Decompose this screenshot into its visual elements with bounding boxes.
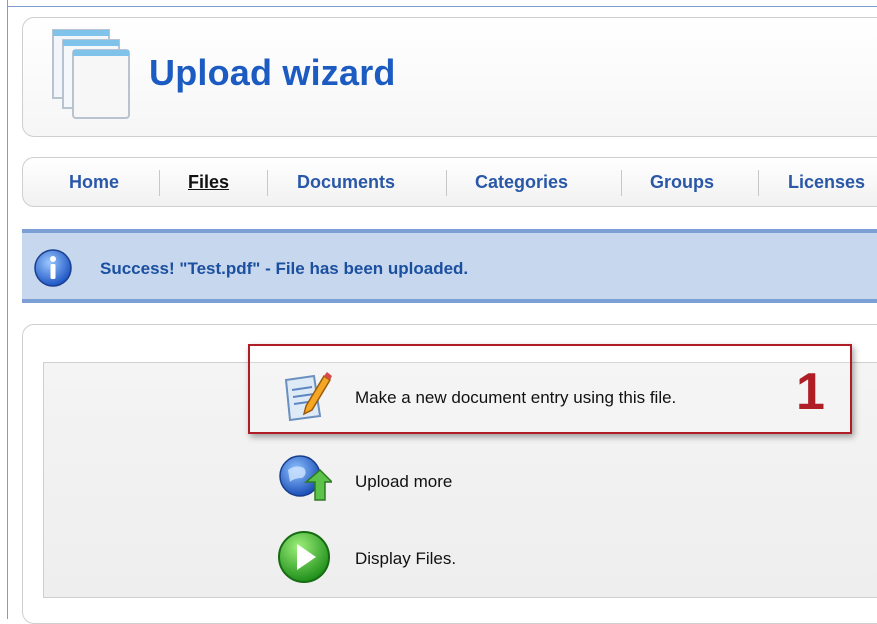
upload-more-label: Upload more bbox=[355, 472, 453, 491]
nav-item-files[interactable]: Files bbox=[188, 172, 229, 193]
nav-item-documents[interactable]: Documents bbox=[297, 172, 395, 193]
window-left-border bbox=[7, 0, 8, 619]
new-document-entry-link[interactable]: Make a new document entry using this fil… bbox=[276, 368, 676, 424]
nav-item-categories[interactable]: Categories bbox=[475, 172, 568, 193]
display-files-link[interactable]: Display Files. bbox=[276, 529, 676, 585]
play-icon bbox=[278, 531, 330, 583]
page-title: Upload wizard bbox=[149, 52, 396, 93]
nav-item-home[interactable]: Home bbox=[69, 172, 119, 193]
nav-item-groups[interactable]: Groups bbox=[650, 172, 714, 193]
main-nav: Home Files Documents Categories Groups L… bbox=[22, 157, 877, 207]
new-document-entry-label: Make a new document entry using this fil… bbox=[355, 388, 677, 407]
annotation-number: 1 bbox=[796, 363, 825, 421]
window-top-border bbox=[7, 6, 877, 7]
globe-upload-icon bbox=[279, 455, 332, 501]
upload-more-link[interactable]: Upload more bbox=[276, 452, 676, 508]
nav-separator bbox=[159, 170, 160, 196]
nav-separator bbox=[621, 170, 622, 196]
nav-separator bbox=[446, 170, 447, 196]
info-icon bbox=[34, 249, 72, 287]
nav-separator bbox=[267, 170, 268, 196]
nav-item-licenses[interactable]: Licenses bbox=[788, 172, 865, 193]
display-files-label: Display Files. bbox=[355, 549, 457, 568]
document-edit-icon bbox=[284, 372, 332, 422]
nav-separator bbox=[758, 170, 759, 196]
success-message: Success! "Test.pdf" - File has been uplo… bbox=[22, 229, 877, 303]
message-text: Success! "Test.pdf" - File has been uplo… bbox=[100, 259, 469, 278]
documents-stack-icon bbox=[52, 29, 130, 119]
page-header: Upload wizard bbox=[22, 17, 877, 137]
